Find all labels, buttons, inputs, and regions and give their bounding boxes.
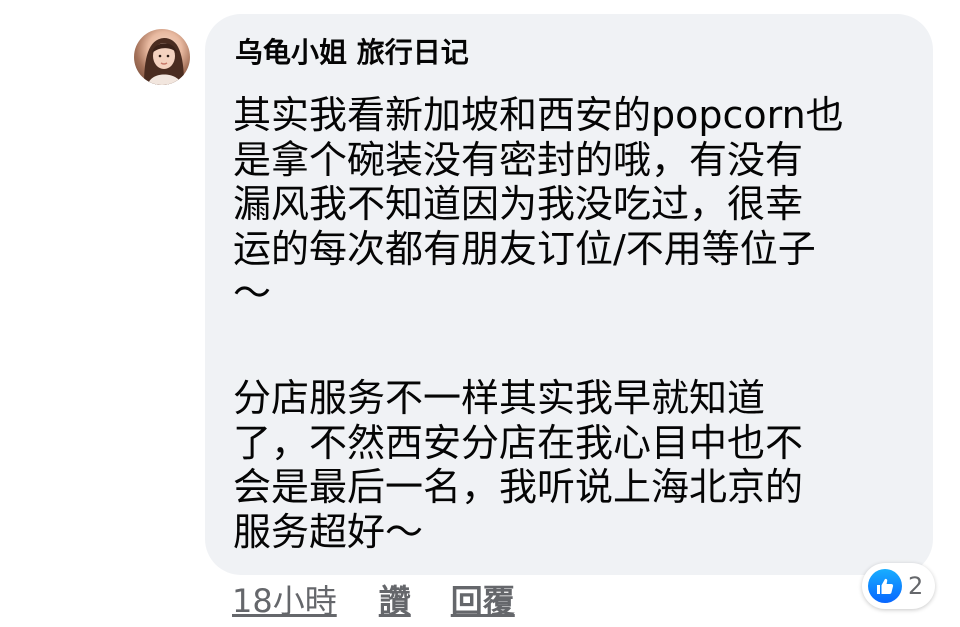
like-icon	[868, 569, 902, 603]
comment-line: 漏风我不知道因为我没吃过，很幸	[233, 182, 804, 226]
avatar[interactable]	[134, 29, 190, 85]
comment-line: 其实我看新加坡和西安的popcorn也	[233, 93, 844, 137]
comment-line: 了，不然西安分店在我心目中也不	[233, 420, 804, 465]
comment-line: 服务超好～	[233, 509, 424, 554]
comment-timestamp[interactable]: 18小時	[232, 581, 337, 621]
like-button[interactable]: 讚	[379, 581, 411, 621]
comment-paragraph-1: 其实我看新加坡和西安的popcorn也 是拿个碗装没有密封的哦，有没有 漏风我不…	[233, 93, 913, 316]
comment-line: 分店服务不一样其实我早就知道	[233, 376, 766, 420]
comment-line: 是拿个碗装没有密封的哦，有没有	[233, 137, 804, 182]
reaction-count: 2	[908, 572, 924, 600]
comment-line: ～	[233, 271, 272, 315]
reaction-summary[interactable]: 2	[862, 563, 936, 609]
comment-line: 会是最后一名，我听说上海北京的	[233, 465, 804, 509]
comment-line: 运的每次都有朋友订位/不用等位子	[233, 226, 816, 271]
comment-paragraph-2: 分店服务不一样其实我早就知道 了，不然西安分店在我心目中也不 会是最后一名，我听…	[233, 376, 913, 554]
comment-actions: 18小時 讚 回覆	[232, 581, 515, 621]
comment-author[interactable]: 乌龟小姐 旅行日记	[235, 33, 469, 73]
reply-button[interactable]: 回覆	[451, 581, 515, 621]
